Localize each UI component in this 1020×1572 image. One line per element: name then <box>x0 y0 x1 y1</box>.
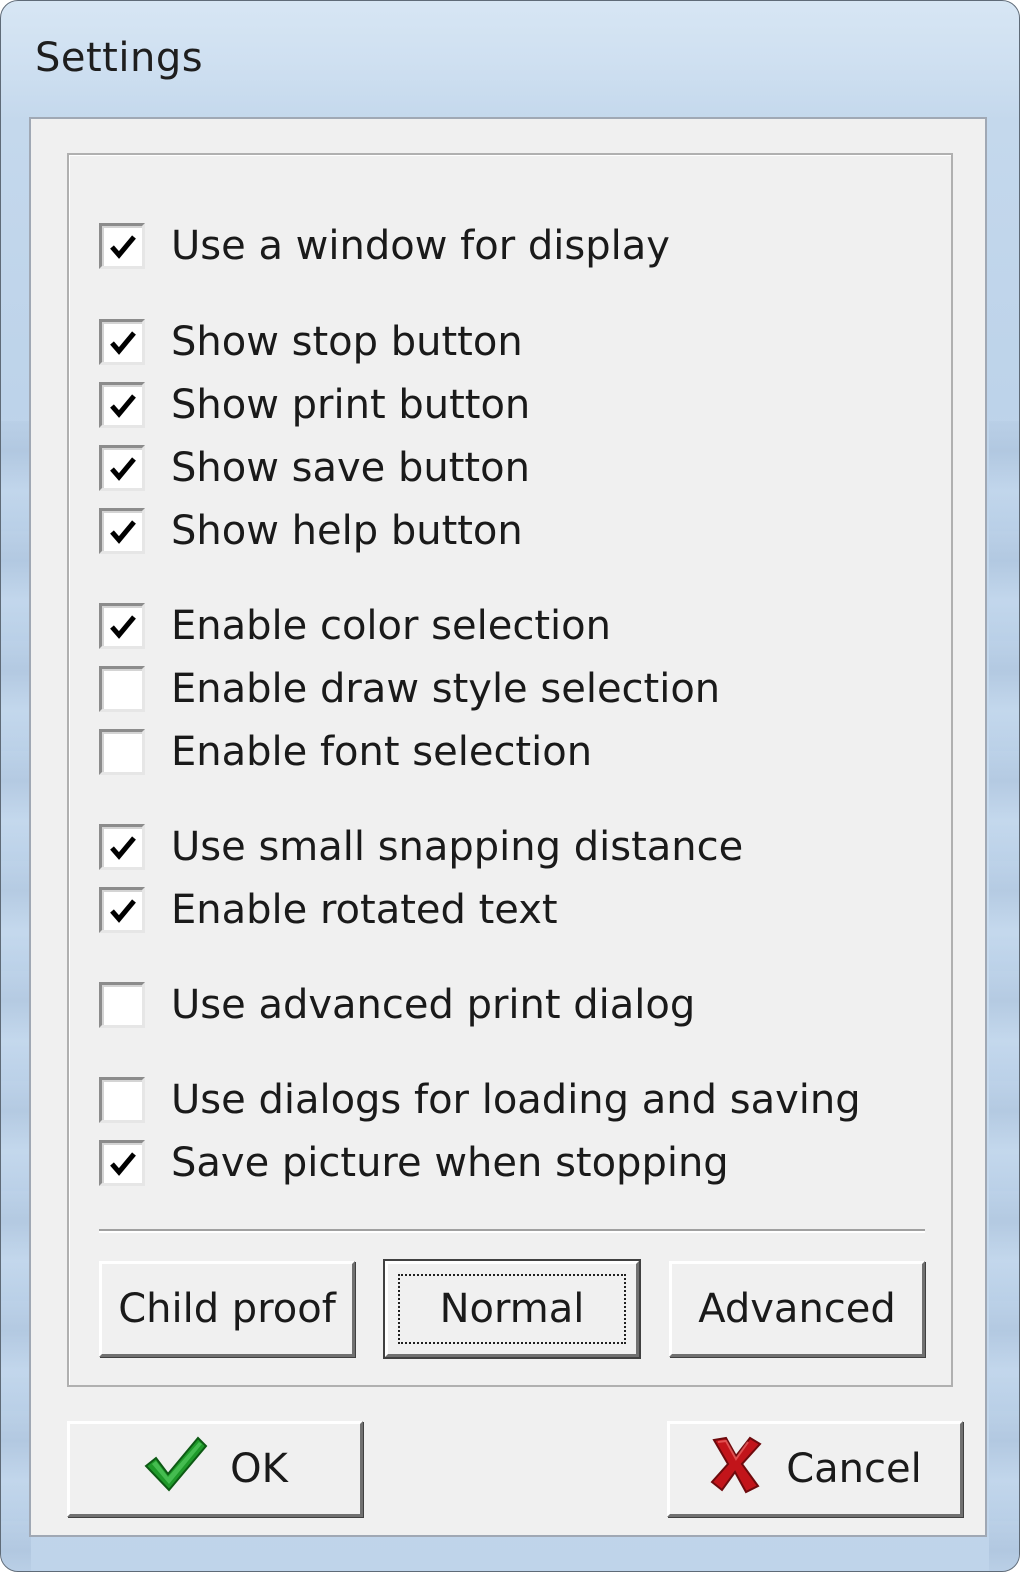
option-show-print-button[interactable]: Show print button <box>99 380 530 430</box>
checkbox-use-window[interactable] <box>99 223 145 269</box>
dialog-client-area: Use a window for display Show stop butto… <box>29 117 987 1537</box>
option-enable-rotated-text[interactable]: Enable rotated text <box>99 885 558 935</box>
ok-button[interactable]: OK <box>67 1421 363 1517</box>
green-checkmark-icon <box>142 1434 208 1504</box>
option-use-window[interactable]: Use a window for display <box>99 221 670 271</box>
checkbox-enable-rotated-text[interactable] <box>99 887 145 933</box>
checkbox-use-small-snapping-distance[interactable] <box>99 824 145 870</box>
checkbox-use-dialogs-loading-saving[interactable] <box>99 1077 145 1123</box>
normal-button[interactable]: Normal <box>383 1259 641 1359</box>
option-use-advanced-print-dialog[interactable]: Use advanced print dialog <box>99 980 695 1030</box>
option-use-dialogs-loading-saving[interactable]: Use dialogs for loading and saving <box>99 1075 861 1125</box>
cancel-button[interactable]: Cancel <box>667 1421 963 1517</box>
option-enable-draw-style-selection[interactable]: Enable draw style selection <box>99 664 720 714</box>
checkbox-show-stop-button[interactable] <box>99 319 145 365</box>
checkbox-save-picture-when-stopping[interactable] <box>99 1140 145 1186</box>
ok-button-label: OK <box>230 1446 288 1492</box>
option-enable-font-selection[interactable]: Enable font selection <box>99 727 592 777</box>
option-label: Use advanced print dialog <box>171 982 696 1028</box>
option-label: Use a window for display <box>171 223 670 269</box>
option-label: Show print button <box>171 382 531 428</box>
checkbox-show-help-button[interactable] <box>99 508 145 554</box>
red-x-icon <box>708 1434 764 1504</box>
checkbox-show-print-button[interactable] <box>99 382 145 428</box>
checkbox-enable-draw-style-selection[interactable] <box>99 666 145 712</box>
option-label: Use small snapping distance <box>171 824 744 870</box>
advanced-button-label: Advanced <box>698 1286 896 1332</box>
group-separator <box>99 1229 925 1233</box>
option-save-picture-when-stopping[interactable]: Save picture when stopping <box>99 1138 729 1188</box>
advanced-button[interactable]: Advanced <box>669 1261 925 1357</box>
window-frame-left <box>1 421 31 1571</box>
option-show-stop-button[interactable]: Show stop button <box>99 317 523 367</box>
option-label: Use dialogs for loading and saving <box>171 1077 861 1123</box>
child-proof-button-label: Child proof <box>118 1286 336 1332</box>
option-show-save-button[interactable]: Show save button <box>99 443 530 493</box>
option-enable-color-selection[interactable]: Enable color selection <box>99 601 611 651</box>
option-label: Enable rotated text <box>171 887 558 933</box>
settings-window: Settings Use a window for display Show s… <box>0 0 1020 1572</box>
option-label: Enable color selection <box>171 603 611 649</box>
child-proof-button[interactable]: Child proof <box>99 1261 355 1357</box>
normal-button-label: Normal <box>397 1274 627 1344</box>
option-label: Enable font selection <box>171 729 593 775</box>
checkbox-enable-font-selection[interactable] <box>99 729 145 775</box>
options-group: Use a window for display Show stop butto… <box>67 153 953 1387</box>
checkbox-enable-color-selection[interactable] <box>99 603 145 649</box>
option-label: Enable draw style selection <box>171 666 721 712</box>
option-label: Save picture when stopping <box>171 1140 729 1186</box>
option-show-help-button[interactable]: Show help button <box>99 506 523 556</box>
option-label: Show stop button <box>171 319 523 365</box>
option-label: Show save button <box>171 445 530 491</box>
option-label: Show help button <box>171 508 523 554</box>
checkbox-show-save-button[interactable] <box>99 445 145 491</box>
option-use-small-snapping-distance[interactable]: Use small snapping distance <box>99 822 743 872</box>
cancel-button-label: Cancel <box>786 1446 922 1492</box>
window-title: Settings <box>35 35 204 81</box>
checkbox-use-advanced-print-dialog[interactable] <box>99 982 145 1028</box>
window-frame-right <box>989 421 1019 1571</box>
